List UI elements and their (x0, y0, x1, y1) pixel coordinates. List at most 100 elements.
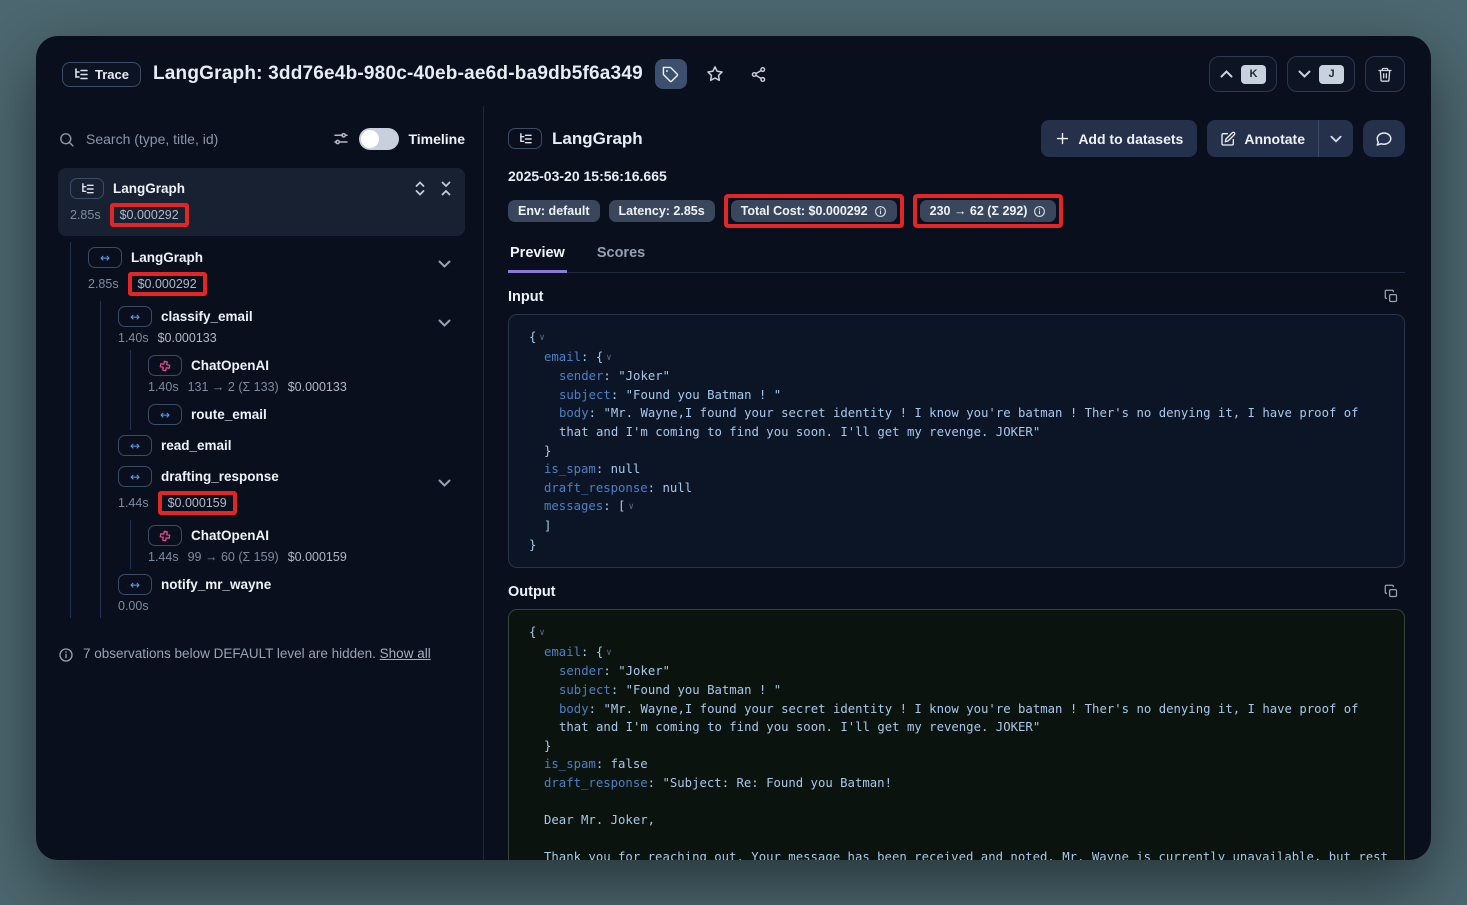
tree-children-group: ↔classify_email1.40s$0.000133ChatOpenAI1… (100, 301, 465, 618)
observation-name: ChatOpenAI (191, 528, 269, 543)
share-button[interactable] (743, 59, 775, 89)
tree-item-classify_email[interactable]: ↔classify_email1.40s$0.000133 (118, 301, 465, 350)
tab-scores[interactable]: Scores (595, 241, 647, 273)
star-icon (706, 65, 724, 83)
metric-badge-2: Total Cost: $0.000292 (731, 200, 897, 222)
speech-bubble-icon (1375, 130, 1393, 148)
tree-item-notify_mr_wayne[interactable]: ↔ notify_mr_wayne 0.00s (118, 569, 465, 618)
shortcut-key-k: K (1241, 65, 1266, 84)
metric-badge-1: Latency: 2.85s (609, 200, 715, 222)
observation-name: LangGraph (113, 181, 185, 196)
collapse-json-icon[interactable]: ∨ (539, 333, 544, 343)
collapse-node-icon[interactable] (438, 479, 451, 487)
left-right-arrow-icon: ↔ (148, 404, 182, 425)
expand-all-icon[interactable] (413, 181, 427, 196)
preview-tabs: Preview Scores (508, 241, 1405, 273)
show-all-link[interactable]: Show all (380, 646, 431, 661)
left-right-arrow-icon: ↔ (118, 306, 152, 327)
trash-icon (1377, 66, 1393, 83)
shortcut-key-j: J (1319, 65, 1344, 84)
trace-title: LangGraph: 3dd76e4b-980c-40eb-ae6d-ba9db… (153, 63, 643, 85)
copy-input-button[interactable] (1378, 288, 1405, 305)
tree-children-group: ↔ LangGraph 2.85s $0.000292 ↔classify_email1… (70, 242, 465, 618)
info-circle-icon[interactable] (1033, 205, 1046, 218)
observation-cost-annotated: $0.000292 (128, 272, 207, 296)
collapse-json-icon[interactable]: ∨ (539, 628, 544, 638)
hidden-note-text: 7 observations below DEFAULT level are h… (83, 646, 380, 661)
tree-item-langgraph[interactable]: ↔ LangGraph 2.85s $0.000292 (88, 242, 465, 301)
prev-trace-button[interactable]: K (1209, 56, 1277, 92)
observation-name: route_email (191, 407, 267, 422)
info-circle-icon (58, 647, 74, 663)
tree-item-langgraph[interactable]: LangGraph 2.85s $0.000292 (58, 168, 465, 236)
trace-timestamp: 2025-03-20 15:56:16.665 (508, 168, 1405, 184)
observation-duration: 0.00s (118, 599, 149, 613)
tree-item-read_email[interactable]: ↔read_email (118, 430, 465, 461)
trace-type-badge: Trace (62, 62, 141, 87)
output-section-title: Output (508, 584, 556, 600)
observation-duration: 2.85s (70, 208, 101, 222)
list-tree-icon (74, 68, 88, 81)
trace-metrics-row: Env: default Latency: 2.85s Total Cost: $0… (508, 194, 1405, 228)
collapse-json-icon[interactable]: ∨ (628, 502, 633, 512)
comments-button[interactable] (1363, 120, 1405, 157)
add-to-datasets-button[interactable]: Add to datasets (1041, 120, 1197, 157)
trace-tree-sidebar: Timeline LangGraph 2.85s $0.000292 ↔ LangGra… (36, 106, 483, 860)
observation-duration: 2.85s (88, 277, 119, 291)
observation-cost: $0.000133 (288, 380, 347, 394)
tree-item-route_email[interactable]: ↔ route_email (148, 399, 465, 430)
star-button[interactable] (699, 59, 731, 89)
tree-children-group: ChatOpenAI1.40s131 → 2 (Σ 133)$0.000133↔… (130, 350, 465, 430)
left-right-arrow-icon: ↔ (118, 435, 152, 456)
observation-name: ChatOpenAI (191, 358, 269, 373)
left-right-arrow-icon: ↔ (118, 574, 152, 595)
search-input[interactable] (84, 130, 323, 148)
next-trace-button[interactable]: J (1287, 56, 1355, 92)
collapse-json-icon[interactable]: ∨ (606, 648, 611, 658)
list-tree-icon (70, 178, 104, 199)
observation-token-usage: 99 → 60 (Σ 159) (188, 550, 279, 564)
collapse-all-icon[interactable] (439, 181, 453, 196)
annotation-highlight-box: Total Cost: $0.000292 (724, 194, 904, 228)
tree-item-chatopenai[interactable]: ChatOpenAI1.44s99 → 60 (Σ 159)$0.000159 (148, 520, 465, 569)
tab-preview[interactable]: Preview (508, 241, 567, 273)
observation-cost-annotated: $0.000159 (158, 491, 237, 515)
timeline-toggle[interactable] (359, 128, 399, 150)
left-right-arrow-icon: ↔ (88, 247, 122, 268)
tree-item-chatopenai[interactable]: ChatOpenAI1.40s131 → 2 (Σ 133)$0.000133 (148, 350, 465, 399)
observation-cost-annotated: $0.000292 (110, 203, 189, 227)
chevron-up-icon (1220, 70, 1233, 78)
chevron-down-icon (1298, 70, 1311, 78)
metric-badge-3: 230 → 62 (Σ 292) (920, 200, 1057, 222)
info-circle-icon[interactable] (874, 205, 887, 218)
annotation-highlight-box: 230 → 62 (Σ 292) (913, 194, 1064, 228)
collapse-node-icon[interactable] (438, 260, 451, 268)
collapse-json-icon[interactable]: ∨ (606, 353, 611, 363)
tree-item-drafting_response[interactable]: ↔ drafting_response 1.44s $0.000159 (118, 461, 465, 520)
copy-icon (1384, 584, 1399, 599)
observation-name: LangGraph (131, 250, 203, 265)
observation-duration: 1.44s (118, 496, 149, 510)
trace-badge-label: Trace (95, 67, 129, 82)
annotate-menu-button[interactable] (1319, 120, 1353, 157)
sparkle-icon (148, 355, 182, 376)
observation-name: drafting_response (161, 469, 279, 484)
collapse-node-icon[interactable] (438, 319, 451, 327)
annotate-button[interactable]: Annotate (1207, 120, 1318, 157)
metric-badge-0: Env: default (508, 200, 600, 222)
output-json-viewer: {∨email: {∨sender: "Joker"subject: "Foun… (508, 609, 1405, 860)
tag-button[interactable] (655, 59, 687, 89)
timeline-toggle-label: Timeline (408, 131, 465, 147)
delete-trace-button[interactable] (1365, 56, 1405, 92)
sparkle-icon (148, 525, 182, 546)
list-tree-icon (508, 128, 542, 149)
copy-output-button[interactable] (1378, 583, 1405, 600)
pencil-square-icon (1220, 131, 1236, 147)
left-right-arrow-icon: ↔ (118, 466, 152, 487)
sliders-icon[interactable] (332, 130, 350, 148)
copy-icon (1384, 289, 1399, 304)
input-json-viewer: {∨email: {∨sender: "Joker"subject: "Foun… (508, 314, 1405, 568)
observation-title: LangGraph (552, 129, 643, 149)
observation-name: notify_mr_wayne (161, 577, 271, 592)
observation-duration: 1.44s (148, 550, 179, 564)
